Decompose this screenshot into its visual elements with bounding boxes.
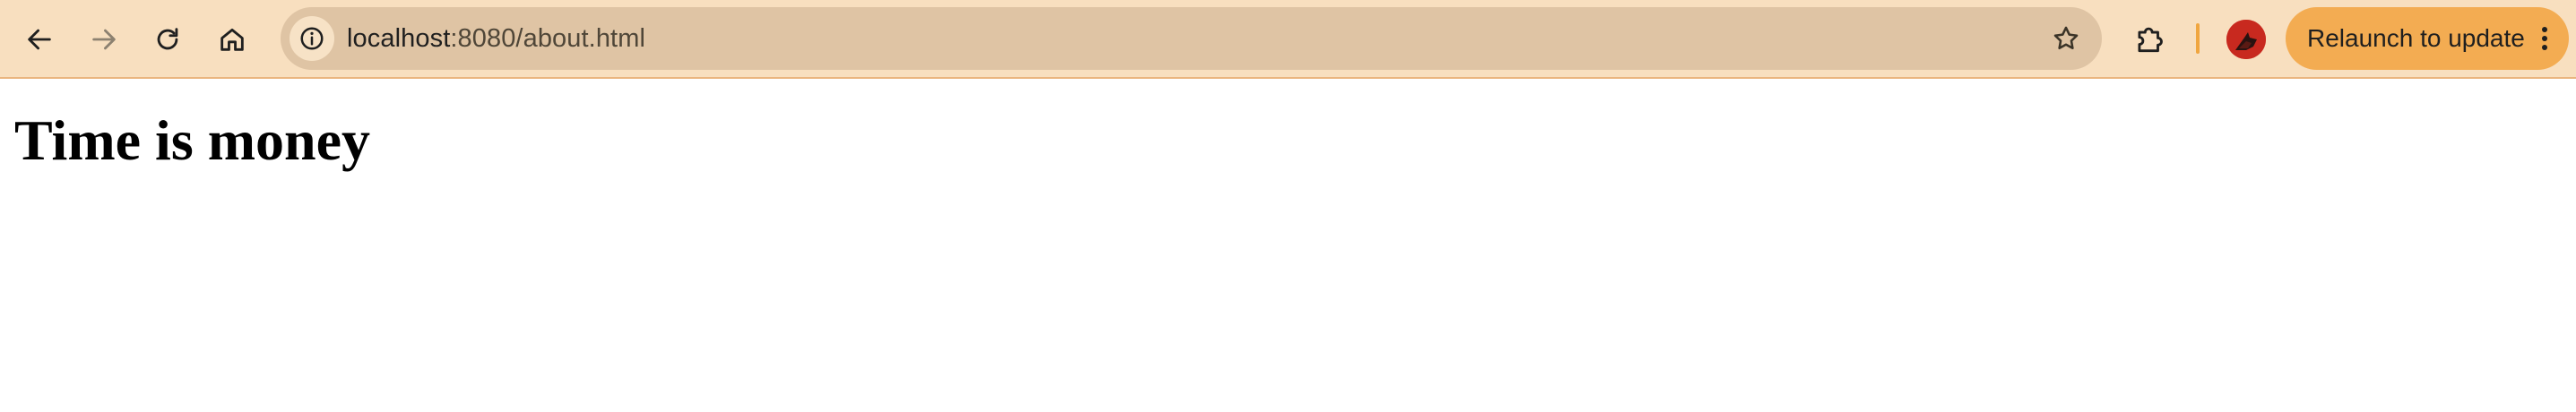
reload-icon (157, 28, 178, 50)
menu-dot (2542, 36, 2547, 41)
relaunch-to-update-button[interactable]: Relaunch to update (2286, 7, 2569, 70)
puzzle-piece-icon (2138, 27, 2163, 53)
menu-dot (2542, 45, 2547, 50)
url-text[interactable]: localhost:8080/about.html (347, 7, 645, 70)
bookmark-button[interactable] (2046, 19, 2086, 58)
forward-button[interactable] (81, 16, 127, 63)
page-content: Time is money (0, 81, 2576, 412)
back-button[interactable] (16, 16, 63, 63)
address-bar[interactable]: localhost:8080/about.html (281, 7, 2102, 70)
relaunch-label: Relaunch to update (2307, 24, 2525, 52)
more-vertical-icon[interactable] (2540, 27, 2549, 50)
home-button[interactable] (209, 16, 255, 63)
star-icon (2053, 26, 2079, 50)
reload-button[interactable] (144, 16, 191, 63)
extensions-button[interactable] (2126, 16, 2173, 63)
menu-dot (2542, 27, 2547, 32)
url-host: localhost (347, 24, 451, 53)
profile-avatar-icon (2226, 20, 2266, 59)
page-heading: Time is money (14, 108, 371, 172)
arrow-left-icon (28, 29, 51, 50)
arrow-right-icon (92, 29, 116, 50)
toolbar-divider (2196, 23, 2200, 54)
site-info-button[interactable] (290, 16, 334, 61)
home-icon (220, 28, 244, 51)
browser-toolbar: localhost:8080/about.html Relaunch to up… (0, 0, 2576, 79)
info-icon (300, 27, 324, 50)
avatar[interactable] (2226, 20, 2266, 59)
url-path: :8080/about.html (450, 24, 646, 53)
